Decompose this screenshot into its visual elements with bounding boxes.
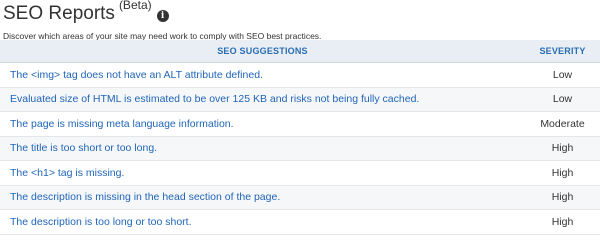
suggestion-link[interactable]: The page is missing meta language inform… — [0, 111, 525, 137]
severity-value: High — [525, 185, 600, 210]
table-row: The <img> tag does not have an ALT attri… — [0, 62, 600, 88]
seo-suggestions-table: SEO SUGGESTIONS SEVERITY The <img> tag d… — [0, 40, 600, 235]
table-row: The description is too long or too short… — [0, 209, 600, 235]
beta-label: (Beta) — [118, 0, 152, 12]
suggestion-link[interactable]: The description is too long or too short… — [0, 209, 525, 235]
seo-reports-panel: SEO Reports (Beta) i Discover which area… — [0, 0, 600, 249]
suggestion-link[interactable]: The title is too short or too long. — [0, 136, 525, 161]
severity-value: High — [525, 136, 600, 161]
title-row: SEO Reports (Beta) i — [3, 0, 600, 29]
severity-value: Low — [525, 62, 600, 88]
severity-value: High — [525, 160, 600, 186]
table-row: The title is too short or too long. High — [0, 136, 600, 161]
suggestion-link[interactable]: The <img> tag does not have an ALT attri… — [0, 62, 525, 88]
severity-value: Moderate — [525, 111, 600, 137]
column-header-severity[interactable]: SEVERITY — [525, 40, 600, 63]
severity-value: High — [525, 209, 600, 235]
severity-value: Low — [525, 87, 600, 112]
table-header-row: SEO SUGGESTIONS SEVERITY — [0, 40, 600, 63]
table-row: Evaluated size of HTML is estimated to b… — [0, 87, 600, 112]
page-title: SEO Reports — [3, 3, 115, 24]
table-row: The page is missing meta language inform… — [0, 111, 600, 137]
column-header-suggestions[interactable]: SEO SUGGESTIONS — [0, 40, 525, 63]
table-row: The <h1> tag is missing. High — [0, 160, 600, 186]
suggestion-link[interactable]: Evaluated size of HTML is estimated to b… — [0, 87, 525, 112]
suggestion-link[interactable]: The <h1> tag is missing. — [0, 160, 525, 186]
suggestion-link[interactable]: The description is missing in the head s… — [0, 185, 525, 210]
table-row: The description is missing in the head s… — [0, 185, 600, 210]
info-icon[interactable]: i — [156, 10, 169, 22]
